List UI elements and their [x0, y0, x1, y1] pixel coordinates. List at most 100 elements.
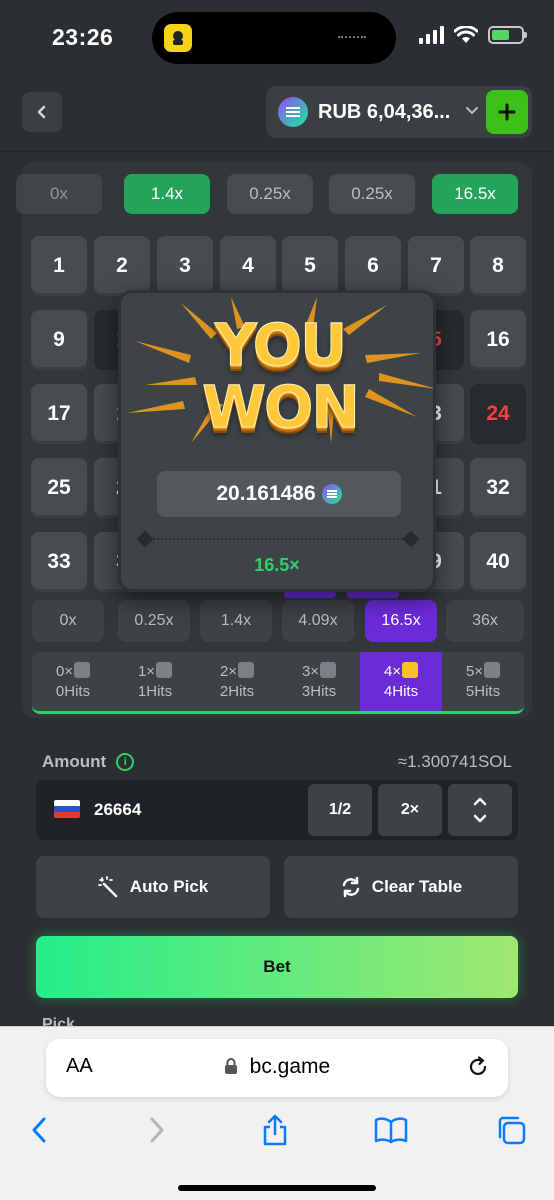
chevron-right-icon — [150, 1117, 164, 1143]
recent-multiplier: 16.5x — [432, 174, 518, 214]
chevron-left-icon — [32, 1117, 46, 1143]
amount-input-row: 26664 1/2 2× — [36, 780, 518, 840]
address-bar[interactable]: AA bc.game — [46, 1039, 508, 1097]
gem-icon — [238, 661, 255, 678]
hit-column: 2× 2Hits — [196, 652, 278, 711]
keno-cell[interactable]: 25 — [31, 458, 87, 518]
deposit-button[interactable] — [486, 90, 528, 134]
dynamic-island — [152, 12, 396, 64]
browser-back-button[interactable] — [22, 1113, 56, 1147]
keno-cell[interactable]: 16 — [470, 310, 526, 370]
keno-cell[interactable]: 8 — [470, 236, 526, 296]
magic-wand-icon — [97, 876, 118, 898]
auto-pick-label: Auto Pick — [129, 877, 209, 896]
keno-cell[interactable]: 4 — [220, 236, 276, 296]
bet-button[interactable]: Bet — [36, 936, 518, 998]
recent-multipliers: 0x 1.4x 0.25x 0.25x 16.5x — [16, 174, 532, 214]
russia-flag-icon — [54, 800, 80, 818]
keno-cell[interactable]: 1 — [31, 236, 87, 296]
clear-table-button[interactable]: Clear Table — [284, 856, 518, 918]
solana-coin-icon — [278, 97, 308, 127]
hit-count: 0Hits — [55, 682, 91, 700]
amount-input[interactable]: 26664 — [94, 800, 141, 820]
clock: 23:26 — [52, 24, 114, 50]
hit-count: 4Hits — [383, 682, 419, 700]
amount-label: Amount i — [42, 752, 135, 772]
win-divider — [136, 530, 420, 548]
book-icon — [374, 1117, 408, 1144]
win-amount-box: 20.161486 — [157, 471, 401, 517]
tabs-icon — [498, 1116, 526, 1145]
amount-adjust-button[interactable] — [448, 784, 512, 836]
payout-option-active: 16.5x — [365, 600, 437, 642]
keno-cell[interactable]: 6 — [345, 236, 401, 296]
hit-count: 2Hits — [219, 682, 255, 700]
hit-count: 5Hits — [465, 682, 501, 700]
keno-cell[interactable]: 3 — [157, 236, 213, 296]
payout-table: 0x 0.25x 1.4x 4.09x 16.5x 36x — [32, 600, 524, 642]
share-icon — [263, 1114, 287, 1146]
hit-column: 1× 1Hits — [114, 652, 196, 711]
bookmarks-button[interactable] — [374, 1113, 408, 1147]
hit-column: 5× 5Hits — [442, 652, 524, 711]
auto-pick-button[interactable]: Auto Pick — [36, 856, 270, 918]
recent-multiplier: 0.25x — [227, 174, 313, 214]
keno-cell[interactable]: 5 — [282, 236, 338, 296]
keno-cell[interactable]: 24 — [470, 384, 526, 444]
payout-option: 1.4x — [200, 600, 272, 642]
game-header: RUB 6,04,36... — [0, 76, 554, 152]
payout-option: 4.09x — [282, 600, 354, 642]
info-icon[interactable]: i — [116, 753, 135, 771]
activity-dots — [338, 36, 366, 39]
keno-cell[interactable]: 7 — [408, 236, 464, 296]
app-activity-icon — [164, 24, 192, 52]
keno-cell[interactable]: 2 — [94, 236, 150, 296]
you-won-title-line2: WON — [202, 373, 361, 442]
payout-option: 0.25x — [118, 600, 190, 642]
payout-option: 36x — [446, 600, 524, 642]
hit-column-active: 4× 4Hits — [360, 652, 442, 711]
lock-icon — [224, 1058, 237, 1074]
hit-count: 3Hits — [301, 682, 337, 700]
solana-coin-icon — [321, 484, 342, 504]
amount-label-text: Amount — [42, 752, 107, 771]
home-indicator — [178, 1185, 376, 1191]
wallet-balance: RUB 6,04,36... — [318, 101, 451, 123]
battery-icon — [488, 26, 527, 44]
url-text: bc.game — [249, 1055, 331, 1078]
reload-icon[interactable] — [466, 1055, 490, 1079]
gem-icon — [484, 661, 501, 678]
hit-multiplier: 5× — [465, 662, 484, 680]
gem-icon — [74, 661, 91, 678]
double-amount-button[interactable]: 2× — [378, 784, 442, 836]
win-popup: YOU WON 20.161486 16.5× — [118, 290, 436, 592]
half-amount-button[interactable]: 1/2 — [308, 784, 372, 836]
amount-sol-estimate: ≈1.300741SOL — [397, 752, 512, 771]
chevron-left-icon — [37, 105, 46, 119]
wallet-selector[interactable]: RUB 6,04,36... — [266, 86, 532, 138]
chevron-up-down-icon — [473, 797, 487, 823]
hit-multiplier: 4× — [383, 662, 402, 680]
tabs-button[interactable] — [494, 1113, 528, 1147]
share-button[interactable] — [258, 1113, 292, 1147]
keno-cell[interactable]: 33 — [31, 532, 87, 592]
chevron-down-icon — [466, 107, 478, 115]
back-button[interactable] — [22, 92, 62, 132]
cellular-signal-icon — [419, 26, 444, 44]
hit-multiplier: 0× — [55, 662, 74, 680]
hit-column: 3× 3Hits — [278, 652, 360, 711]
keno-cell[interactable]: 17 — [31, 384, 87, 444]
keno-cell[interactable]: 40 — [470, 532, 526, 592]
hit-count: 1Hits — [137, 682, 173, 700]
safari-toolbar: AA bc.game — [0, 1026, 554, 1200]
url-display[interactable]: bc.game — [46, 1055, 508, 1079]
hit-multiplier: 1× — [137, 662, 156, 680]
wifi-icon — [454, 26, 478, 43]
keno-cell[interactable]: 32 — [470, 458, 526, 518]
keno-cell[interactable]: 9 — [31, 310, 87, 370]
recent-multiplier: 0x — [16, 174, 102, 214]
payout-option: 0x — [32, 600, 104, 642]
you-won-title-line1: YOU — [214, 311, 347, 380]
browser-forward-button[interactable] — [140, 1113, 174, 1147]
hit-column: 0× 0Hits — [32, 652, 114, 711]
